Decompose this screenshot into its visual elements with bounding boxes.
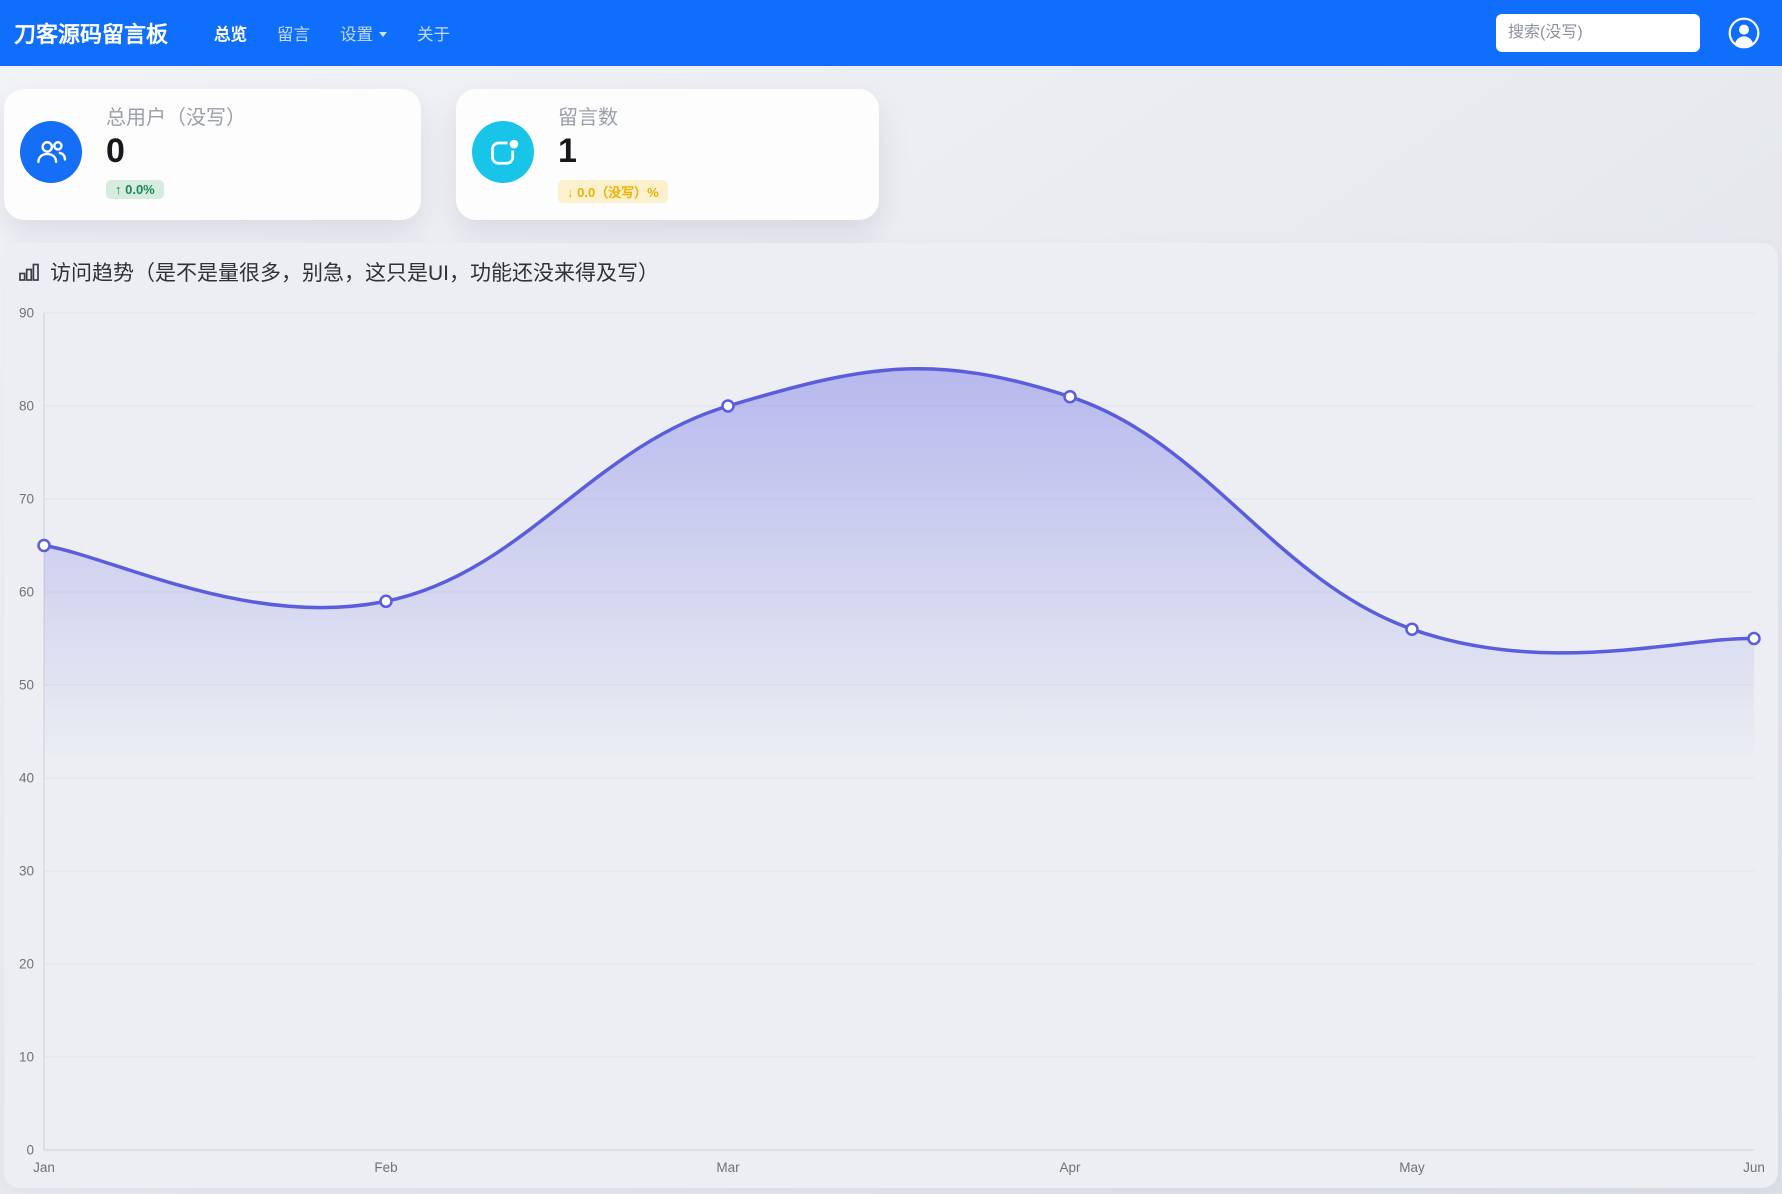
stat-title: 留言数	[558, 107, 618, 129]
stat-card-total-users: 总用户（没写） 0 ↑ 0.0%	[4, 89, 421, 220]
people-icon	[20, 121, 82, 183]
visit-trend-panel: 访问趋势（是不是量很多，别急，这只是UI，功能还没来得及写） 010203040…	[4, 243, 1778, 1188]
y-tick-label: 30	[19, 864, 34, 879]
trend-badge-down: ↓ 0.0（没写）%	[558, 180, 668, 203]
brand-title: 刀客源码留言板	[14, 17, 168, 49]
nav-item-about[interactable]: 关于	[417, 21, 450, 45]
y-tick-label: 10	[19, 1050, 34, 1065]
y-tick-label: 50	[19, 678, 34, 693]
y-tick-label: 40	[19, 771, 34, 786]
nav-item-label: 关于	[417, 21, 450, 45]
stat-card-message-count: 留言数 1 ↓ 0.0（没写）%	[456, 89, 879, 220]
top-navbar: 刀客源码留言板 总览 留言 设置 关于	[0, 0, 1782, 66]
nav-item-label: 留言	[277, 21, 310, 45]
x-tick-label: Jan	[33, 1160, 55, 1175]
trend-badge-up: ↑ 0.0%	[106, 180, 164, 199]
trend-line-chart: 0 10 20 30 40 50 60 70 80 90 Jan Feb Mar Apr May Jun	[4, 243, 1778, 1188]
nav-item-overview[interactable]: 总览	[214, 21, 247, 45]
person-circle-icon	[1728, 17, 1760, 49]
data-point[interactable]	[39, 540, 50, 551]
y-tick-label: 80	[19, 399, 34, 414]
search-input[interactable]	[1496, 14, 1700, 52]
y-tick-label: 70	[19, 492, 34, 507]
x-tick-label: Apr	[1059, 1160, 1081, 1175]
y-tick-label: 0	[26, 1143, 34, 1158]
nav-item-settings[interactable]: 设置	[340, 21, 387, 45]
x-tick-label: Feb	[374, 1160, 397, 1175]
y-tick-label: 20	[19, 957, 34, 972]
user-avatar-button[interactable]	[1728, 17, 1760, 49]
nav-item-messages[interactable]: 留言	[277, 21, 310, 45]
stats-row: 总用户（没写） 0 ↑ 0.0% 留言数 1 ↓ 0.0（没写）%	[4, 89, 879, 220]
chevron-down-icon	[379, 32, 387, 37]
y-tick-label: 60	[19, 585, 34, 600]
data-point[interactable]	[1407, 624, 1418, 635]
trend-area-fill	[44, 369, 1754, 1150]
nav-links: 总览 留言 设置 关于	[214, 21, 1496, 45]
stat-title: 总用户（没写）	[106, 107, 246, 129]
x-tick-label: Mar	[716, 1160, 740, 1175]
data-point[interactable]	[1065, 391, 1076, 402]
data-point[interactable]	[381, 596, 392, 607]
stat-value: 0	[106, 132, 125, 171]
data-point[interactable]	[1749, 633, 1760, 644]
y-tick-label: 90	[19, 306, 34, 321]
nav-item-label: 设置	[340, 21, 373, 45]
stat-value: 1	[558, 132, 577, 171]
data-point[interactable]	[723, 401, 734, 412]
x-tick-label: May	[1399, 1160, 1425, 1175]
chat-square-dot-icon	[472, 121, 534, 183]
nav-item-label: 总览	[214, 21, 247, 45]
x-tick-label: Jun	[1743, 1160, 1765, 1175]
